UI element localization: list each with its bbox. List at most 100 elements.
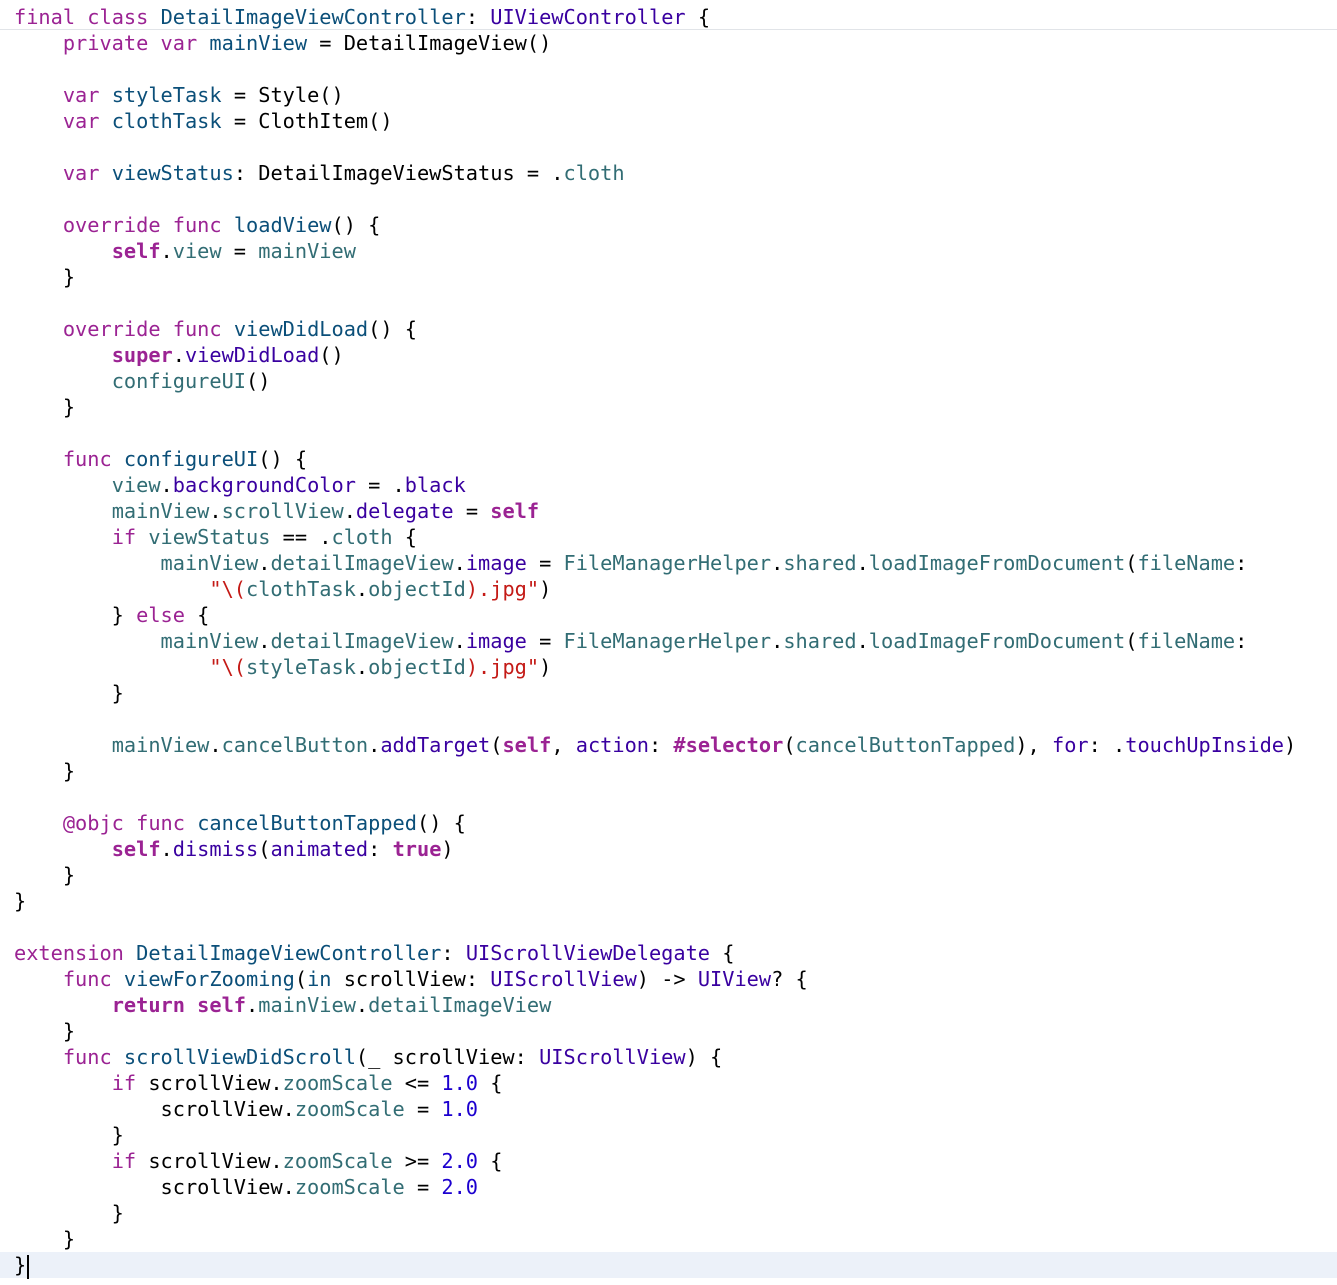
code-line[interactable]: func scrollViewDidScroll(_ scrollView: U… (0, 1044, 1337, 1070)
code-line[interactable]: private var mainView = DetailImageView() (0, 30, 1337, 56)
code-token: loadView (233, 213, 332, 237)
code-line[interactable]: extension DetailImageViewController: UIS… (0, 940, 1337, 966)
code-line[interactable]: } (0, 1122, 1337, 1148)
code-line[interactable]: "\(styleTask.objectId).jpg") (0, 654, 1337, 680)
code-line[interactable]: "\(clothTask.objectId).jpg") (0, 576, 1337, 602)
code-token: dismiss (172, 837, 259, 861)
code-line[interactable]: func configureUI() { (0, 446, 1337, 472)
code-line[interactable]: } (0, 680, 1337, 706)
code-token: viewDidLoad (233, 317, 369, 341)
code-token: true (392, 837, 442, 861)
code-token: objectId (368, 577, 466, 601)
code-line[interactable]: mainView.detailImageView.image = FileMan… (0, 628, 1337, 654)
code-line[interactable]: self.view = mainView (0, 238, 1337, 264)
code-line[interactable]: var viewStatus: DetailImageViewStatus = … (0, 160, 1337, 186)
code-line[interactable]: view.backgroundColor = .black (0, 472, 1337, 498)
code-token: ( (258, 837, 271, 861)
code-token: ( (294, 967, 308, 991)
code-line[interactable]: } (0, 1018, 1337, 1044)
code-line[interactable]: } (0, 862, 1337, 888)
code-token: ) -> (636, 967, 698, 991)
code-line[interactable]: var styleTask = Style() (0, 82, 1337, 108)
code-token: zoomScale (294, 1175, 405, 1199)
code-token: detailImageView (368, 993, 552, 1017)
code-token: loadImageFromDocument (868, 629, 1126, 653)
code-token: UIView (697, 967, 772, 991)
code-line[interactable]: } (0, 1226, 1337, 1252)
code-line[interactable]: } (0, 1200, 1337, 1226)
code-line[interactable]: } (0, 394, 1337, 420)
code-line[interactable]: } (0, 758, 1337, 784)
code-token: = (526, 629, 564, 653)
code-line[interactable]: } (0, 888, 1337, 914)
code-token: . (209, 499, 222, 523)
code-line[interactable]: final class DetailImageViewController: U… (0, 4, 1337, 30)
code-token: ).jpg" (465, 655, 540, 679)
code-line[interactable]: super.viewDidLoad() (0, 342, 1337, 368)
code-token: . (160, 473, 173, 497)
code-token: configureUI (123, 447, 259, 471)
code-line[interactable]: scrollView.zoomScale = 1.0 (0, 1096, 1337, 1122)
code-token: () (319, 343, 344, 367)
code-token: . (343, 499, 356, 523)
code-line[interactable]: mainView.cancelButton.addTarget(self, ac… (0, 732, 1337, 758)
code-token: . (209, 733, 222, 757)
code-line[interactable]: if scrollView.zoomScale >= 2.0 { (0, 1148, 1337, 1174)
code-line[interactable]: scrollView.zoomScale = 2.0 (0, 1174, 1337, 1200)
code-line[interactable] (0, 706, 1337, 732)
code-token: : (465, 5, 491, 29)
code-token: . (246, 993, 259, 1017)
code-token: , (551, 733, 576, 757)
code-editor[interactable]: final class DetailImageViewController: U… (0, 4, 1337, 1280)
code-token: styleTask (246, 655, 356, 679)
code-token: ) { (685, 1045, 723, 1069)
code-token: () { (258, 447, 308, 471)
code-token: . (355, 577, 369, 601)
code-line[interactable]: if scrollView.zoomScale <= 1.0 { (0, 1070, 1337, 1096)
code-line[interactable] (0, 134, 1337, 160)
code-line[interactable] (0, 290, 1337, 316)
code-line[interactable]: func viewForZooming(in scrollView: UIScr… (0, 966, 1337, 992)
code-token: view (111, 473, 161, 497)
code-token: scrollView: (331, 967, 491, 991)
code-line[interactable]: return self.mainView.detailImageView (0, 992, 1337, 1018)
code-token: cloth (563, 161, 625, 185)
code-line[interactable]: self.dismiss(animated: true) (0, 836, 1337, 862)
code-line[interactable] (0, 186, 1337, 212)
code-token: cancelButtonTapped (197, 811, 417, 835)
code-line[interactable] (0, 420, 1337, 446)
code-token: for (1051, 733, 1089, 757)
code-token: . (453, 629, 466, 653)
code-token: zoomScale (294, 1097, 405, 1121)
code-line[interactable]: @objc func cancelButtonTapped() { (0, 810, 1337, 836)
code-line[interactable] (0, 784, 1337, 810)
code-token: addTarget (380, 733, 491, 757)
code-line[interactable]: if viewStatus == .cloth { (0, 524, 1337, 550)
code-line[interactable]: override func viewDidLoad() { (0, 316, 1337, 342)
code-line[interactable] (0, 914, 1337, 940)
code-line[interactable]: override func loadView() { (0, 212, 1337, 238)
code-token: FileManagerHelper (563, 551, 772, 575)
code-line[interactable]: } else { (0, 602, 1337, 628)
code-line[interactable]: mainView.detailImageView.image = FileMan… (0, 550, 1337, 576)
code-line[interactable]: var clothTask = ClothItem() (0, 108, 1337, 134)
code-line-current[interactable]: } (0, 1252, 1337, 1279)
code-line[interactable]: } (0, 264, 1337, 290)
code-token: . (160, 239, 173, 263)
code-line[interactable]: configureUI() (0, 368, 1337, 394)
code-token: func (62, 447, 112, 471)
code-line[interactable]: mainView.scrollView.delegate = self (0, 498, 1337, 524)
code-token: = (404, 1097, 442, 1121)
code-line[interactable] (0, 56, 1337, 82)
code-token: shared (783, 629, 857, 653)
